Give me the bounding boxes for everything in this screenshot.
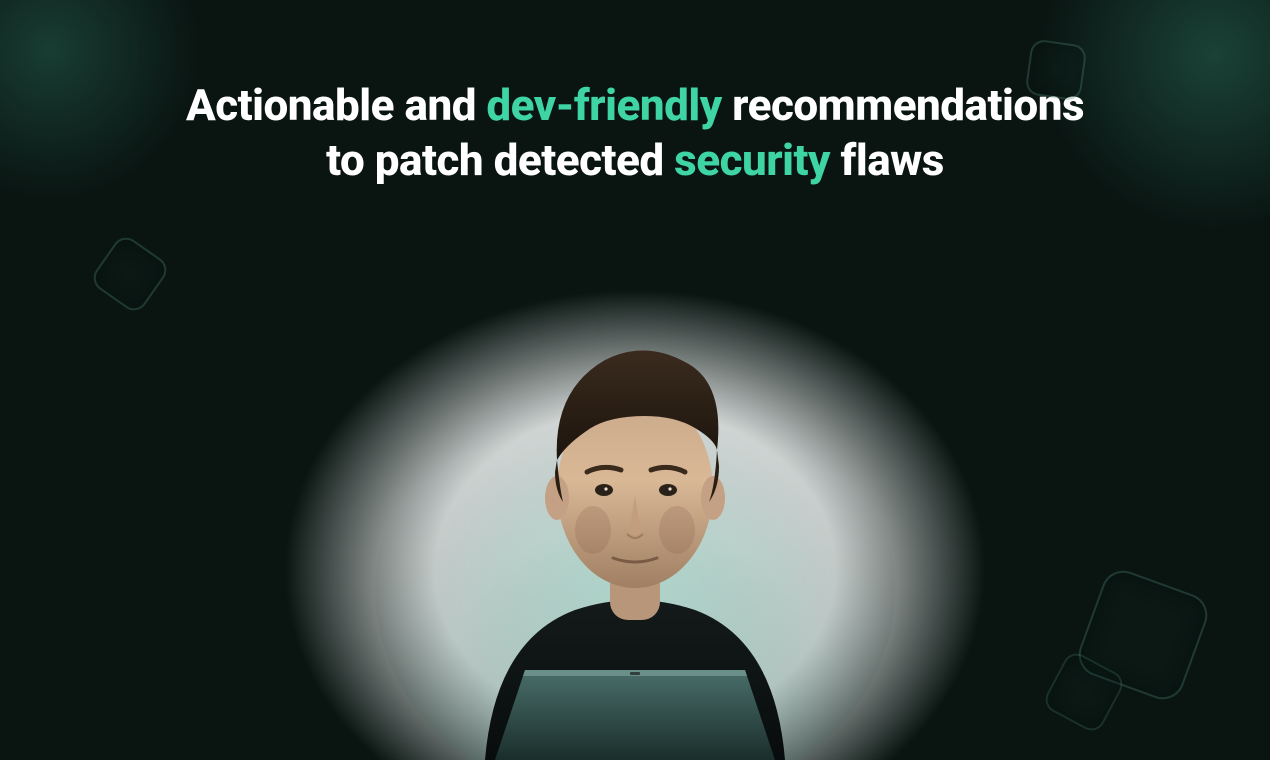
headline-accent-word: security	[674, 134, 830, 186]
person-at-laptop-illustration	[375, 240, 895, 760]
hero-headline: Actionable and dev-friendly recommendati…	[0, 78, 1270, 188]
headline-text: to patch detected	[326, 134, 674, 186]
headline-accent-word: dev-friendly	[486, 79, 721, 131]
headline-text: Actionable and	[186, 79, 486, 131]
decorative-square-icon	[88, 232, 172, 316]
headline-text: flaws	[830, 134, 944, 186]
decorative-square-icon	[1024, 38, 1087, 101]
